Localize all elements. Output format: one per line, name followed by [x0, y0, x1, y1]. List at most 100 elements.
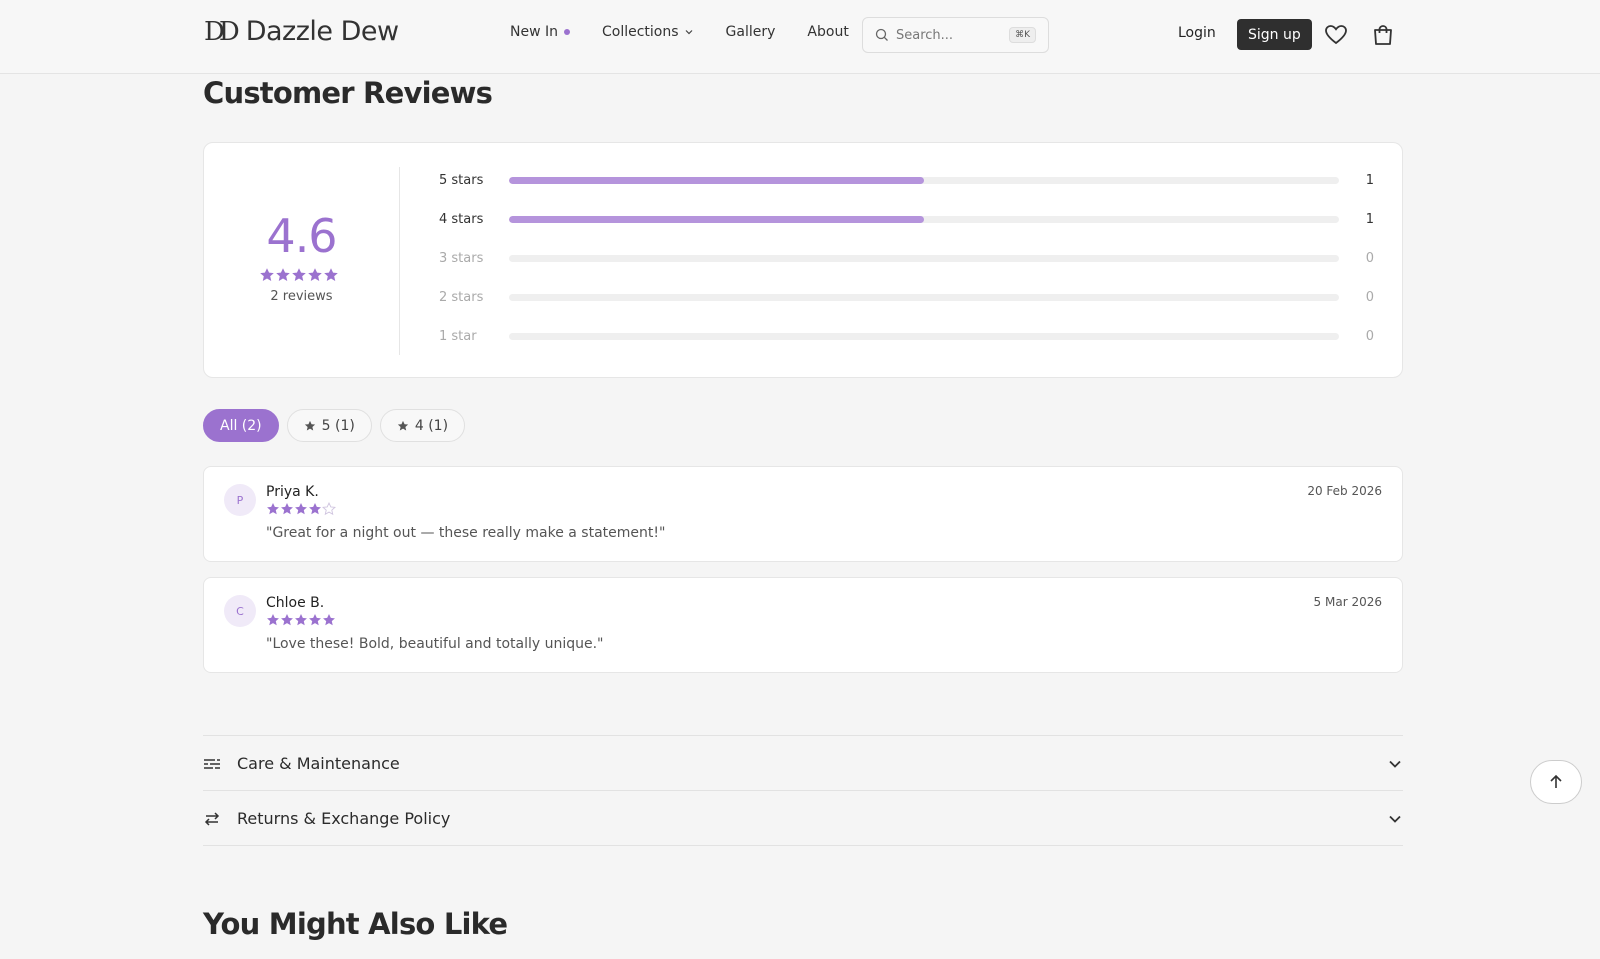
scroll-to-top-button[interactable] — [1530, 760, 1582, 804]
nav-new-in-label: New In — [510, 24, 558, 40]
rating-row-label: 1 star — [439, 328, 477, 344]
nav-collections-label: Collections — [602, 24, 679, 40]
search-box[interactable]: ⌘K — [862, 17, 1049, 53]
reviewer-name: Priya K. — [266, 484, 319, 500]
review-text: "Love these! Bold, beautiful and totally… — [266, 636, 604, 652]
heart-icon[interactable] — [1323, 22, 1349, 48]
new-indicator-dot — [564, 29, 570, 35]
accordion-divider — [203, 845, 1403, 846]
signup-button[interactable]: Sign up — [1237, 19, 1312, 50]
chevron-down-icon — [1389, 760, 1401, 768]
rating-row-label: 3 stars — [439, 250, 484, 266]
search-input[interactable] — [896, 27, 1006, 43]
star-icon — [292, 268, 306, 281]
filter-lines-icon — [204, 758, 220, 769]
rating-bar-track — [509, 215, 1339, 223]
rating-bar-track — [509, 254, 1339, 262]
star-icon — [309, 614, 321, 626]
rating-row-count: 1 — [1365, 211, 1374, 227]
rating-row-label: 4 stars — [439, 211, 484, 227]
brand-logo[interactable]: DD Dazzle Dew — [204, 16, 399, 47]
rating-row: 5 stars 1 — [439, 170, 1374, 190]
shopping-bag-icon[interactable] — [1370, 22, 1396, 48]
star-icon — [323, 614, 335, 626]
filter-chip-label: 4 (1) — [414, 417, 449, 434]
accordion-returns-policy[interactable]: Returns & Exchange Policy — [203, 790, 1403, 846]
accordion-returns-label: Returns & Exchange Policy — [237, 809, 451, 828]
rating-row: 1 star 0 — [439, 326, 1374, 346]
logo-text: Dazzle Dew — [245, 16, 399, 47]
rating-bar-track — [509, 176, 1339, 184]
nav-about[interactable]: About — [807, 24, 848, 40]
star-icon — [276, 268, 290, 281]
average-stars — [259, 267, 339, 283]
rating-row-count: 0 — [1365, 328, 1374, 344]
main-nav: New In Collections Gallery About — [510, 24, 881, 40]
star-icon — [281, 614, 293, 626]
reviews-section-title: Customer Reviews — [203, 76, 493, 110]
star-icon — [309, 503, 321, 515]
star-icon — [267, 503, 279, 515]
star-icon — [295, 614, 307, 626]
rating-bar-track — [509, 293, 1339, 301]
star-icon — [304, 420, 315, 430]
rating-row-label: 5 stars — [439, 172, 484, 188]
nav-collections[interactable]: Collections — [602, 24, 694, 40]
rating-row: 3 stars 0 — [439, 248, 1374, 268]
swap-arrows-icon — [204, 811, 220, 826]
review-card: P Priya K. "Great for a night out — these … — [203, 466, 1403, 562]
nav-gallery-label: Gallery — [725, 24, 776, 40]
review-date: 5 Mar 2026 — [1313, 595, 1382, 609]
nav-new-in[interactable]: New In — [510, 24, 570, 40]
average-rating-box: 4.6 2 reviews — [204, 143, 399, 379]
filter-chip[interactable]: 5 (1) — [286, 409, 372, 442]
average-rating-value: 4.6 — [266, 209, 337, 263]
summary-divider — [399, 167, 400, 355]
review-date: 20 Feb 2026 — [1307, 484, 1382, 498]
review-stars — [266, 502, 336, 516]
rating-row-label: 2 stars — [439, 289, 484, 305]
rating-row-count: 0 — [1365, 289, 1374, 305]
filter-chip[interactable]: All (2) — [203, 409, 279, 442]
nav-gallery[interactable]: Gallery — [726, 24, 776, 40]
chevron-down-icon — [685, 30, 692, 35]
star-icon — [267, 614, 279, 626]
rating-filters: All (2) 5 (1) 4 (1) — [203, 409, 473, 442]
star-icon — [295, 503, 307, 515]
also-like-title: You Might Also Like — [203, 907, 508, 941]
rating-row: 4 stars 1 — [439, 209, 1374, 229]
search-shortcut-badge: ⌘K — [1009, 27, 1036, 43]
rating-bar-track — [509, 332, 1339, 340]
chevron-down-icon — [1389, 815, 1401, 823]
rating-row-count: 1 — [1365, 172, 1374, 188]
avatar: P — [224, 484, 256, 516]
nav-about-label: About — [807, 24, 849, 40]
star-icon — [308, 268, 322, 281]
star-icon — [322, 502, 336, 516]
review-card: C Chloe B. "Love these! Bold, beautiful an… — [203, 577, 1403, 673]
accordion-care-maintenance[interactable]: Care & Maintenance — [203, 735, 1403, 791]
login-link[interactable]: Login — [1178, 25, 1216, 41]
search-icon — [875, 28, 888, 41]
filter-chip-label: 5 (1) — [321, 417, 355, 434]
logo-mark: DD — [204, 16, 240, 47]
filter-chip[interactable]: 4 (1) — [379, 409, 466, 442]
star-icon — [397, 420, 408, 430]
review-count: 2 reviews — [270, 289, 333, 304]
accordion-care-label: Care & Maintenance — [237, 754, 400, 773]
arrow-up-icon — [1550, 774, 1562, 788]
star-icon — [260, 268, 274, 281]
rating-summary-card: 4.6 2 reviews 5 stars 1 4 stars 1 3 stars 0 2 … — [203, 142, 1403, 378]
star-icon — [281, 503, 293, 515]
star-icon — [324, 268, 338, 281]
filter-chip-label: All (2) — [220, 417, 262, 434]
reviewer-name: Chloe B. — [266, 595, 325, 611]
rating-row-count: 0 — [1365, 250, 1374, 266]
avatar: C — [224, 595, 256, 627]
site-header: DD Dazzle Dew New In Collections Gallery… — [0, 0, 1600, 74]
rating-bar-fill — [509, 176, 924, 184]
rating-row: 2 stars 0 — [439, 287, 1374, 307]
rating-bar-fill — [509, 215, 924, 223]
review-stars — [266, 613, 336, 627]
review-text: "Great for a night out — these really ma… — [266, 525, 666, 541]
